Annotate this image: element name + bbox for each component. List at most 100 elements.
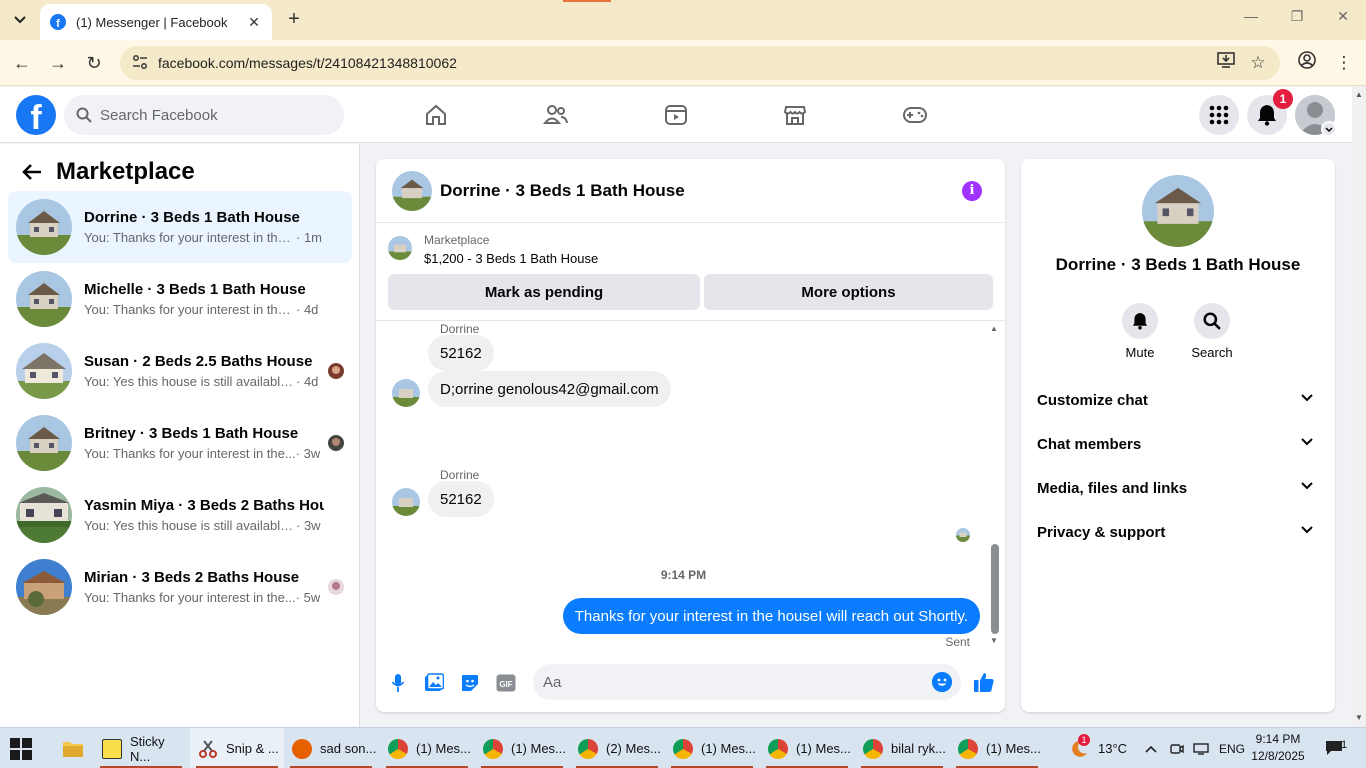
message-input-box[interactable] <box>533 664 961 700</box>
taskbar-firefox[interactable]: sad son... <box>284 728 378 768</box>
close-window-icon[interactable]: ✕ <box>1328 8 1358 25</box>
profile-icon[interactable] <box>1295 51 1319 76</box>
page-scroll-down-icon[interactable]: ▼ <box>1355 713 1363 722</box>
gif-icon[interactable]: GIF <box>496 673 516 693</box>
sticker-icon[interactable] <box>460 673 480 693</box>
photo-icon[interactable] <box>424 673 444 693</box>
marketplace-icon[interactable] <box>779 99 811 131</box>
chat-title[interactable]: Dorrine · 3 Beds 1 Bath House <box>440 181 685 201</box>
house-thumbnail <box>16 343 72 399</box>
outgoing-message[interactable]: Thanks for your interest in the houseI w… <box>562 598 980 634</box>
browser-menu-icon[interactable]: ⋮ <box>1332 51 1356 75</box>
facebook-search-box[interactable] <box>64 95 344 135</box>
taskbar-chrome[interactable]: (1) Mes... <box>475 728 569 768</box>
message-input[interactable] <box>543 673 903 691</box>
language-indicator[interactable]: ENG <box>1219 728 1245 768</box>
thread-scrollbar[interactable]: ▲ ▼ <box>988 322 1000 652</box>
notifications-button[interactable]: 1 <box>1247 89 1293 135</box>
incoming-message[interactable]: 52162 <box>428 335 494 371</box>
house-thumbnail <box>16 487 72 543</box>
incoming-message[interactable]: 52162 <box>428 481 494 517</box>
taskbar-chrome[interactable]: (1) Mes... <box>665 728 759 768</box>
notification-center-icon[interactable]: 1 <box>1325 739 1347 756</box>
chat-members-row[interactable]: Chat members <box>1029 422 1327 466</box>
taskbar-sticky-notes[interactable]: Sticky N... <box>94 728 188 768</box>
site-info-icon[interactable] <box>132 54 150 72</box>
file-explorer-icon[interactable] <box>54 728 90 768</box>
taskbar-chrome[interactable]: bilal ryk... <box>855 728 949 768</box>
conversation-item[interactable]: Michelle · 3 Beds 1 Bath House You: Than… <box>8 263 352 335</box>
restore-icon[interactable]: ❐ <box>1282 8 1312 25</box>
scroll-thumb[interactable] <box>991 544 999 634</box>
tab-search-dropdown-icon[interactable] <box>8 8 32 32</box>
show-hidden-icons-icon[interactable] <box>1145 728 1157 768</box>
minimize-icon[interactable]: — <box>1236 8 1266 24</box>
back-arrow-icon[interactable] <box>16 156 48 188</box>
emoji-icon[interactable] <box>932 672 952 692</box>
conversation-name: Dorrine · 3 Beds 1 Bath House <box>84 209 300 226</box>
weather-widget[interactable]: 1 13°C <box>1068 728 1127 768</box>
search-icon <box>76 107 92 123</box>
chat-avatar[interactable] <box>392 170 432 211</box>
bookmark-star-icon[interactable]: ☆ <box>1246 51 1270 75</box>
gaming-icon[interactable] <box>899 99 931 131</box>
taskbar-chrome[interactable]: (1) Mes... <box>380 728 474 768</box>
conversation-item[interactable]: Susan · 2 Beds 2.5 Baths House You: Yes … <box>8 335 352 407</box>
listing-thumbnail[interactable] <box>388 236 412 260</box>
browser-tab-messenger[interactable]: f (1) Messenger | Facebook ✕ <box>40 4 272 40</box>
tab-close-icon[interactable]: ✕ <box>246 14 262 31</box>
network-icon[interactable] <box>1193 728 1209 768</box>
scissors-icon <box>198 738 218 759</box>
taskbar-label: (1) Mes... <box>701 741 756 756</box>
install-app-icon[interactable] <box>1214 51 1238 75</box>
back-icon[interactable]: ← <box>10 51 34 75</box>
message-thread: Dorrine 52162 D;orrine genolous42@gmail.… <box>376 322 1005 652</box>
url-omnibox[interactable]: facebook.com/messages/t/2410842134881006… <box>120 46 1280 80</box>
friends-icon[interactable] <box>540 99 572 131</box>
profile-avatar[interactable] <box>1142 175 1214 247</box>
menu-grid-icon[interactable] <box>1199 95 1239 135</box>
home-icon[interactable] <box>420 99 452 131</box>
page-scroll-up-icon[interactable]: ▲ <box>1355 90 1363 99</box>
mute-button[interactable]: Mute <box>1110 303 1170 360</box>
mute-label: Mute <box>1125 345 1155 360</box>
conversation-item[interactable]: Dorrine · 3 Beds 1 Bath House You: Thank… <box>8 191 352 263</box>
chevron-down-icon <box>1301 526 1313 534</box>
privacy-support-row[interactable]: Privacy & support <box>1029 510 1327 554</box>
facebook-logo-icon[interactable]: f <box>16 95 56 135</box>
media-files-links-row[interactable]: Media, files and links <box>1029 466 1327 510</box>
taskbar-chrome[interactable]: (1) Mes... <box>950 728 1044 768</box>
microphone-icon[interactable] <box>388 673 408 693</box>
taskbar-snip[interactable]: Snip & ... <box>190 728 284 768</box>
like-thumbs-up-icon[interactable] <box>972 670 996 694</box>
taskbar-label: (2) Mes... <box>606 741 661 756</box>
reload-icon[interactable]: ↻ <box>82 51 106 75</box>
taskbar-chrome[interactable]: (1) Mes... <box>760 728 854 768</box>
scroll-down-icon[interactable]: ▼ <box>990 636 998 645</box>
search-in-chat-button[interactable]: Search <box>1182 303 1242 360</box>
mark-as-pending-button[interactable]: Mark as pending <box>388 274 700 310</box>
house-thumbnail <box>16 199 72 255</box>
conversation-time: · 3w <box>296 518 321 533</box>
incoming-message[interactable]: D;orrine genolous42@gmail.com <box>428 371 671 407</box>
account-chevron-down-icon[interactable] <box>1321 121 1337 137</box>
customize-chat-row[interactable]: Customize chat <box>1029 378 1327 422</box>
video-icon[interactable] <box>660 99 692 131</box>
forward-icon[interactable]: → <box>46 51 70 75</box>
windows-start-icon[interactable] <box>10 738 32 760</box>
info-icon[interactable]: i <box>962 181 982 201</box>
conversation-item[interactable]: Britney · 3 Beds 1 Bath House You: Thank… <box>8 407 352 479</box>
meet-now-icon[interactable] <box>1170 728 1184 768</box>
listing-price[interactable]: $1,200 - 3 Beds 1 Bath House <box>424 251 598 266</box>
taskbar-clock[interactable]: 9:14 PM 12/8/2025 <box>1246 731 1310 765</box>
scroll-up-icon[interactable]: ▲ <box>990 324 998 333</box>
row-label: Privacy & support <box>1037 523 1166 541</box>
new-tab-button[interactable]: + <box>282 8 306 32</box>
conversation-item[interactable]: Yasmin Miya · 3 Beds 2 Baths House You: … <box>8 479 352 551</box>
page-scrollbar[interactable]: ▲ ▼ <box>1352 87 1366 727</box>
taskbar-chrome[interactable]: (2) Mes... <box>570 728 664 768</box>
facebook-search-input[interactable] <box>100 106 330 124</box>
more-options-button[interactable]: More options <box>704 274 993 310</box>
url-text: facebook.com/messages/t/2410842134881006… <box>158 55 457 71</box>
conversation-item[interactable]: Mirian · 3 Beds 2 Baths House You: Thank… <box>8 551 352 623</box>
